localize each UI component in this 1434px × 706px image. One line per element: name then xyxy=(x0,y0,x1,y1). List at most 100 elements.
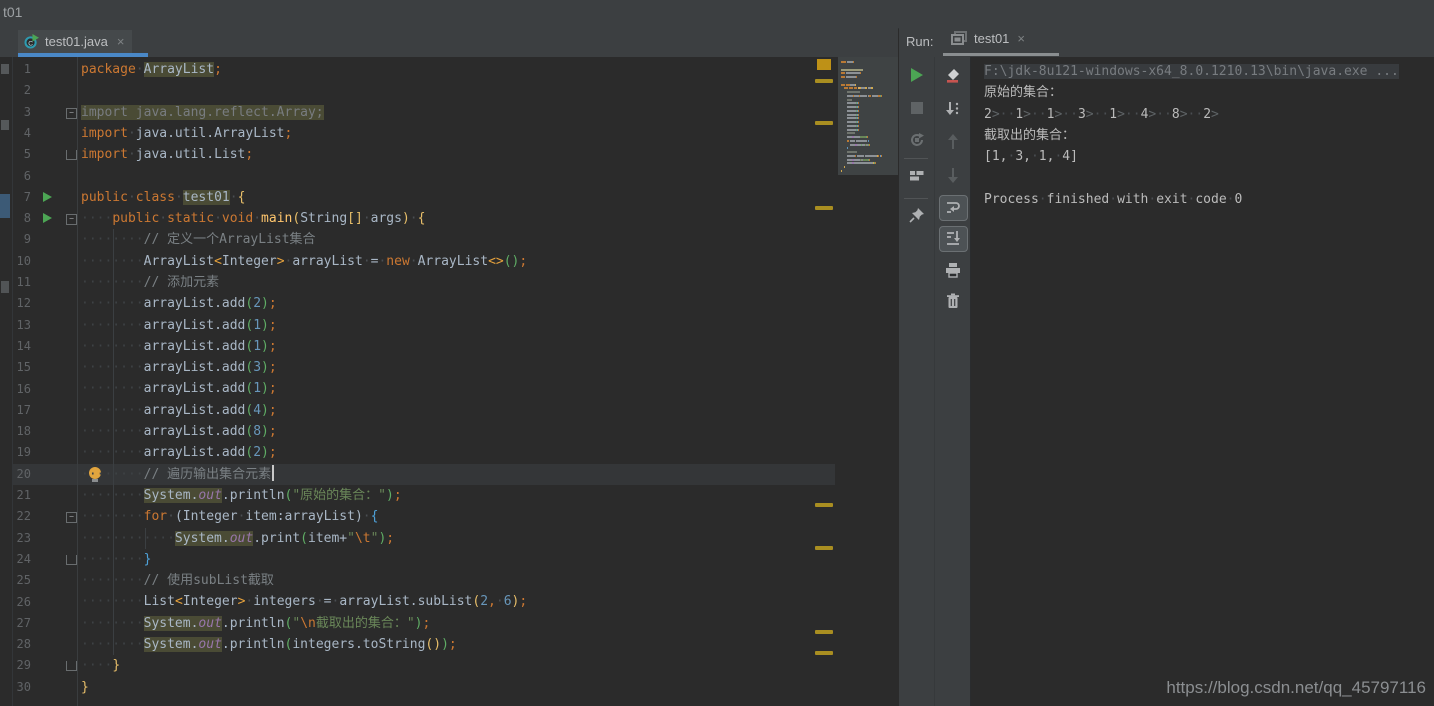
minimap-line xyxy=(846,98,852,101)
line-number: 25 xyxy=(16,573,31,588)
run-tab-close-icon[interactable]: × xyxy=(1017,31,1025,46)
code-line-12: ········arrayList.add(2); xyxy=(81,296,277,312)
warning-stripe-mark[interactable] xyxy=(815,630,833,634)
editor-tab-bar: C test01.java × xyxy=(0,28,898,57)
java-class-runnable-icon: C xyxy=(24,34,39,49)
minimap-line xyxy=(855,83,857,86)
minimap-line xyxy=(869,94,872,97)
line-number: 8 xyxy=(23,211,31,226)
minimap-line xyxy=(841,76,846,78)
minimap-line xyxy=(858,121,860,123)
minimap-line xyxy=(858,113,860,116)
up-stack-icon[interactable] xyxy=(945,134,961,150)
console-line: 2>··1>··1>··3>··1>··4>··8>··2> xyxy=(984,106,1219,122)
editor-code[interactable]: package·ArrayList; import java.lang.refle… xyxy=(81,59,831,698)
restart-icon[interactable] xyxy=(909,132,925,148)
line-number: 3 xyxy=(23,104,31,119)
code-line-26: ········List<Integer>·integers·=·arrayLi… xyxy=(81,594,528,610)
line-number: 11 xyxy=(16,275,31,289)
run-tab-label: test01 xyxy=(974,31,1010,46)
layout-icon[interactable] xyxy=(909,168,925,184)
print-icon[interactable] xyxy=(945,262,961,278)
jump-to-end-icon[interactable] xyxy=(945,101,961,117)
line-number: 23 xyxy=(16,530,31,545)
minimap-line xyxy=(843,166,845,168)
warning-stripe-mark[interactable] xyxy=(815,121,833,125)
fold-open-icon[interactable]: − xyxy=(66,107,77,119)
rerun-button[interactable] xyxy=(909,67,925,83)
code-line-18: ········arrayList.add(8); xyxy=(81,424,277,440)
scroll-to-end-icon[interactable] xyxy=(939,226,968,252)
run-gutter-icon[interactable] xyxy=(43,191,52,202)
minimap-line xyxy=(846,61,854,63)
editor-tab-close-icon[interactable]: × xyxy=(117,34,125,49)
fold-open-icon[interactable]: − xyxy=(66,214,77,226)
editor-pane[interactable]: 1 2 3−4 5 6 7 8−9 10 11 12 13 14 15 16 17 18 19 20 21 22−23… xyxy=(0,57,898,706)
fold-end-icon[interactable] xyxy=(66,554,77,565)
down-stack-icon[interactable] xyxy=(945,167,961,183)
code-line-1: package·ArrayList; xyxy=(81,62,222,77)
line-number: 16 xyxy=(16,381,31,396)
minimap-line xyxy=(846,94,854,97)
minimap-line xyxy=(858,128,860,131)
warning-stripe-mark[interactable] xyxy=(815,503,833,507)
minimap-line xyxy=(841,72,846,75)
line-number: 26 xyxy=(16,594,31,609)
warning-stripe-mark[interactable] xyxy=(815,546,833,550)
warning-stripe-mark[interactable] xyxy=(815,651,833,655)
run-tab-test01[interactable]: test01 × xyxy=(951,31,1025,46)
console-output[interactable]: F:\jdk-8u121-windows-x64_8.0.1210.13\bin… xyxy=(984,61,1399,210)
minimap-line xyxy=(841,83,846,86)
console-line: 截取出的集合： xyxy=(984,127,1076,143)
minimap-line xyxy=(846,124,857,127)
soft-wrap-icon[interactable] xyxy=(939,195,968,221)
minimap-line xyxy=(859,72,861,75)
console-icon xyxy=(951,31,967,45)
line-number: 17 xyxy=(16,402,31,417)
code-line-16: ········arrayList.add(1); xyxy=(81,381,277,397)
minimap-line xyxy=(846,121,857,123)
code-line-3: import java.lang.reflect.Array; xyxy=(81,104,324,120)
line-number: 2 xyxy=(23,83,31,98)
stop-button[interactable] xyxy=(909,100,925,116)
fold-end-icon[interactable] xyxy=(66,661,77,672)
run-gutter-icon[interactable] xyxy=(43,213,52,224)
console-line: F:\jdk-8u121-windows-x64_8.0.1210.13\bin… xyxy=(984,64,1399,79)
code-line-22: ········for·(Integer·item:arrayList)·{ xyxy=(81,509,379,525)
code-line-9: ········// 定义一个ArrayList集合 xyxy=(81,232,316,248)
line-number: 7 xyxy=(23,189,31,204)
minimap-line xyxy=(856,76,858,78)
clear-output-icon[interactable] xyxy=(945,68,961,84)
minimap-line xyxy=(869,143,871,146)
minimap-line xyxy=(846,139,849,142)
minimap-line xyxy=(846,91,860,93)
fold-open-icon[interactable]: − xyxy=(66,512,77,524)
warning-stripe-mark[interactable] xyxy=(815,79,833,83)
code-line-27: ········System.out.println("\n截取出的集合："); xyxy=(81,615,431,631)
line-number: 13 xyxy=(16,317,31,332)
code-line-19: ········arrayList.add(2); xyxy=(81,445,277,461)
editor-tab-test01[interactable]: C test01.java × xyxy=(18,30,133,53)
minimap[interactable] xyxy=(838,57,898,175)
code-line-29: ····} xyxy=(81,658,121,674)
minimap-line xyxy=(841,68,864,71)
minimap-line xyxy=(881,154,883,157)
fold-end-icon[interactable] xyxy=(66,150,77,161)
delete-icon[interactable] xyxy=(945,293,961,309)
line-number: 22 xyxy=(16,509,31,524)
minimap-line xyxy=(858,117,860,120)
line-number: 30 xyxy=(16,679,31,694)
console-panel: F:\jdk-8u121-windows-x64_8.0.1210.13\bin… xyxy=(970,57,1434,706)
minimap-line xyxy=(858,102,860,105)
minimap-line xyxy=(846,106,857,108)
minimap-line xyxy=(846,113,857,116)
error-stripe[interactable] xyxy=(810,57,838,706)
minimap-line xyxy=(846,83,850,86)
line-number: 18 xyxy=(16,424,31,439)
pin-icon[interactable] xyxy=(908,207,925,223)
warning-stripe-mark[interactable] xyxy=(815,206,833,210)
line-number: 29 xyxy=(16,658,31,673)
line-number: 14 xyxy=(16,338,31,353)
code-line-13: ········arrayList.add(1); xyxy=(81,317,277,333)
